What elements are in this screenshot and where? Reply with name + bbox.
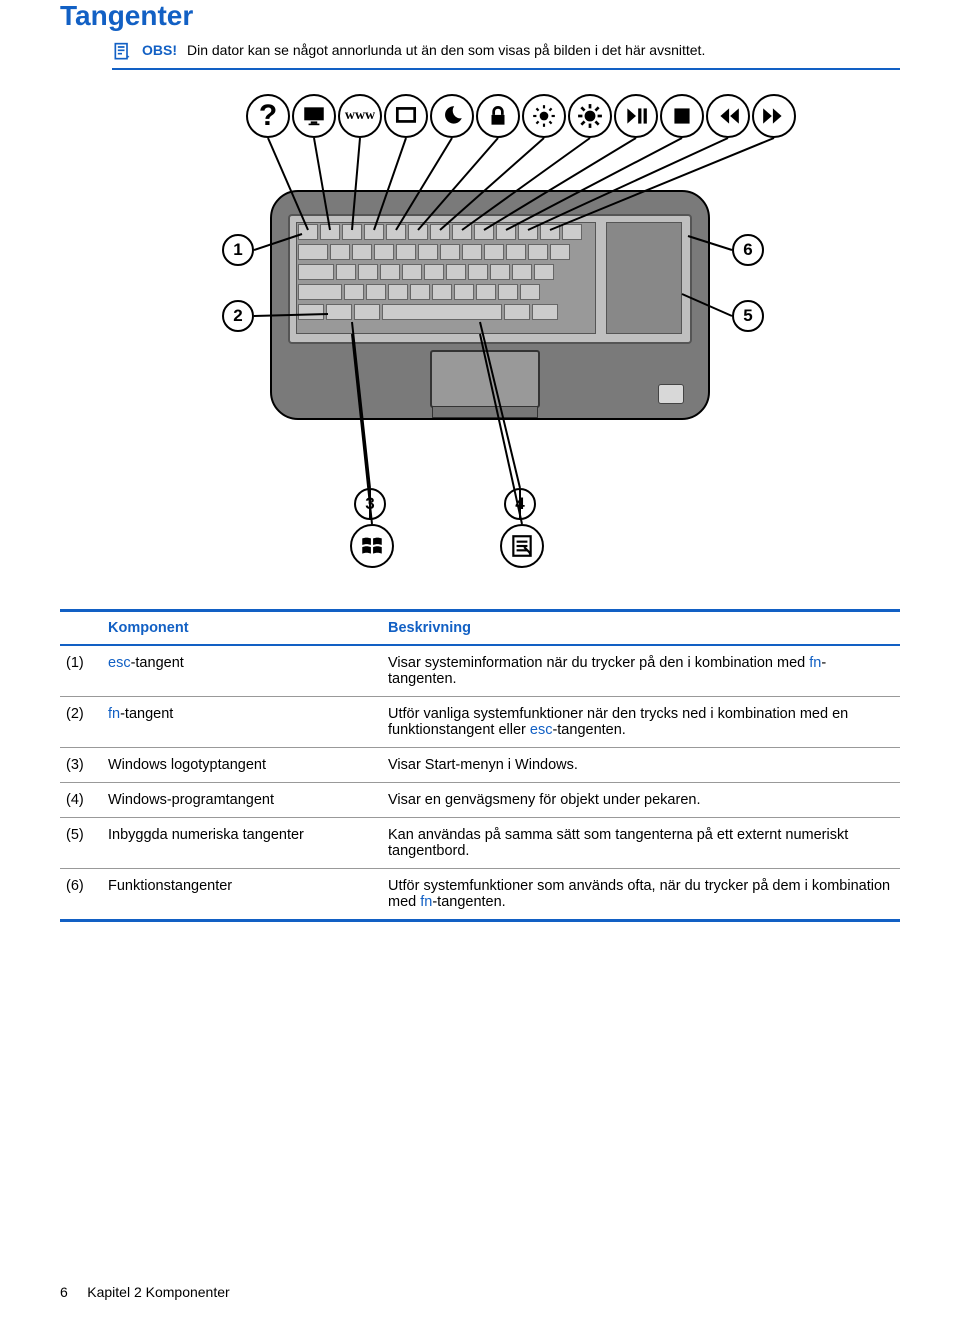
page-title: Tangenter (60, 0, 900, 32)
row-number: (6) (60, 869, 102, 921)
page-footer: 6 Kapitel 2 Komponenter (60, 1284, 230, 1300)
table-row: (2)fn-tangentUtför vanliga systemfunktio… (60, 697, 900, 748)
row-number: (4) (60, 783, 102, 818)
component-table: Komponent Beskrivning (1)esc-tangentVisa… (60, 609, 900, 922)
callout-5: 5 (732, 300, 764, 332)
menu-icon (500, 524, 544, 568)
table-row: (1)esc-tangentVisar systeminformation nä… (60, 645, 900, 697)
keyboard-numpad (606, 222, 682, 334)
bubble-screen-icon (384, 94, 428, 138)
note-text: Din dator kan se något annorlunda ut än … (187, 42, 900, 58)
bubble-monitor-icon (292, 94, 336, 138)
table-row: (4)Windows-programtangentVisar en genväg… (60, 783, 900, 818)
row-description: Kan användas på samma sätt som tangenter… (382, 818, 900, 869)
row-number: (1) (60, 645, 102, 697)
callout-1: 1 (222, 234, 254, 266)
touchpad (430, 350, 540, 408)
row-description: Visar systeminformation när du trycker p… (382, 645, 900, 697)
row-description: Visar Start-menyn i Windows. (382, 748, 900, 783)
bubble-moon-icon (430, 94, 474, 138)
chapter-label: Kapitel 2 Komponenter (87, 1284, 229, 1300)
bubble-help-icon: ? (246, 94, 290, 138)
table-row: (6)FunktionstangenterUtför systemfunktio… (60, 869, 900, 921)
row-component: Inbyggda numeriska tangenter (102, 818, 382, 869)
row-component: Funktionstangenter (102, 869, 382, 921)
callout-6: 6 (732, 234, 764, 266)
table-row: (5)Inbyggda numeriska tangenterKan använ… (60, 818, 900, 869)
bubble-brightness-down-icon (522, 94, 566, 138)
table-row: (3)Windows logotyptangentVisar Start-men… (60, 748, 900, 783)
row-description: Utför systemfunktioner som används ofta,… (382, 869, 900, 921)
windows-logo-icon (350, 524, 394, 568)
page-number: 6 (60, 1284, 68, 1300)
callout-3: 3 (354, 488, 386, 520)
callout-4: 4 (504, 488, 536, 520)
bubble-next-icon (752, 94, 796, 138)
callout-2: 2 (222, 300, 254, 332)
row-number: (5) (60, 818, 102, 869)
note-row: OBS! Din dator kan se något annorlunda u… (112, 38, 900, 70)
th-component: Komponent (102, 611, 382, 646)
row-component: Windows logotyptangent (102, 748, 382, 783)
note-icon (112, 42, 132, 62)
note-label: OBS! (142, 42, 177, 58)
row-component: Windows-programtangent (102, 783, 382, 818)
bubble-play-pause-icon (614, 94, 658, 138)
keyboard-diagram: ? www (60, 94, 900, 577)
bubble-www-icon: www (338, 94, 382, 138)
bubble-prev-icon (706, 94, 750, 138)
row-number: (2) (60, 697, 102, 748)
row-component: esc-tangent (102, 645, 382, 697)
row-number: (3) (60, 748, 102, 783)
bubble-brightness-up-icon (568, 94, 612, 138)
bubble-lock-icon (476, 94, 520, 138)
row-description: Visar en genvägsmeny för objekt under pe… (382, 783, 900, 818)
bubble-stop-icon (660, 94, 704, 138)
row-description: Utför vanliga systemfunktioner när den t… (382, 697, 900, 748)
th-description: Beskrivning (382, 611, 900, 646)
row-component: fn-tangent (102, 697, 382, 748)
